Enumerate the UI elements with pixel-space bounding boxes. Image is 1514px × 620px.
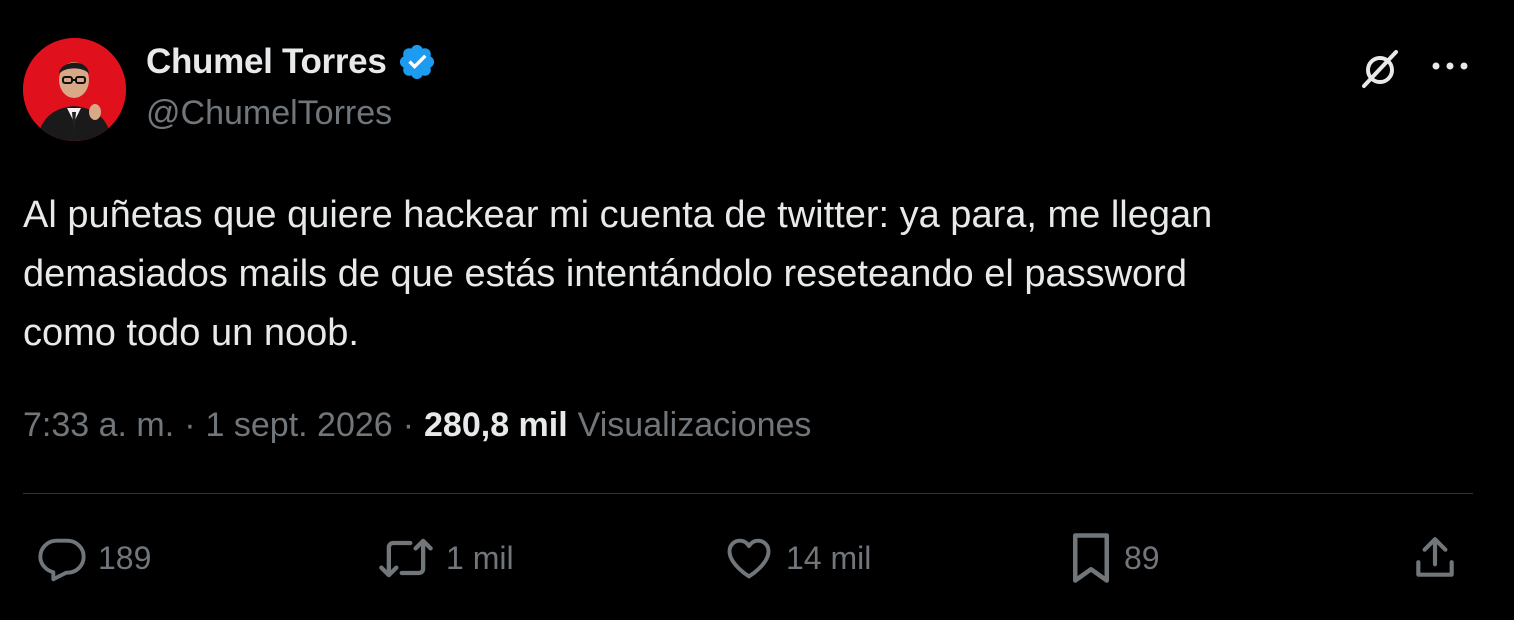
like-button[interactable]: 14 mil [722,530,871,586]
reply-button[interactable]: 189 [36,530,151,586]
share-icon [1410,532,1460,584]
tweet-meta: 7:33 a. m. · 1 sept. 2026 · 280,8 mil Vi… [23,406,811,445]
bookmark-button[interactable]: 89 [1068,530,1160,586]
reply-icon [36,532,88,584]
tweet-text: Al puñetas que quiere hackear mi cuenta … [23,194,1213,354]
views-label: Visualizaciones [577,406,812,444]
meta-separator: · [184,406,196,444]
meta-separator-2: · [402,406,415,444]
reply-count: 189 [98,539,152,576]
bookmark-count: 89 [1124,539,1160,576]
divider [23,493,1473,494]
views-count[interactable]: 280,8 mil [424,406,568,445]
grok-icon[interactable] [1356,44,1404,92]
heart-icon [722,532,776,584]
like-count: 14 mil [786,539,872,576]
avatar[interactable] [23,38,126,141]
author-name-row: Chumel Torres [146,42,437,82]
repost-button[interactable]: 1 mil [376,530,514,586]
tweet-time[interactable]: 7:33 a. m. [23,406,174,445]
verified-badge-icon[interactable] [397,42,437,82]
repost-icon [376,532,436,584]
author-display-name[interactable]: Chumel Torres [146,42,387,82]
share-button[interactable] [1410,530,1460,586]
tweet-date[interactable]: 1 sept. 2026 [206,406,393,445]
bookmark-icon [1068,531,1114,585]
repost-count: 1 mil [446,539,514,576]
more-icon[interactable] [1428,52,1472,80]
author-handle[interactable]: @ChumelTorres [146,94,392,133]
tweet-card: Chumel Torres @ChumelTorres Al puñetas q… [0,0,1514,620]
